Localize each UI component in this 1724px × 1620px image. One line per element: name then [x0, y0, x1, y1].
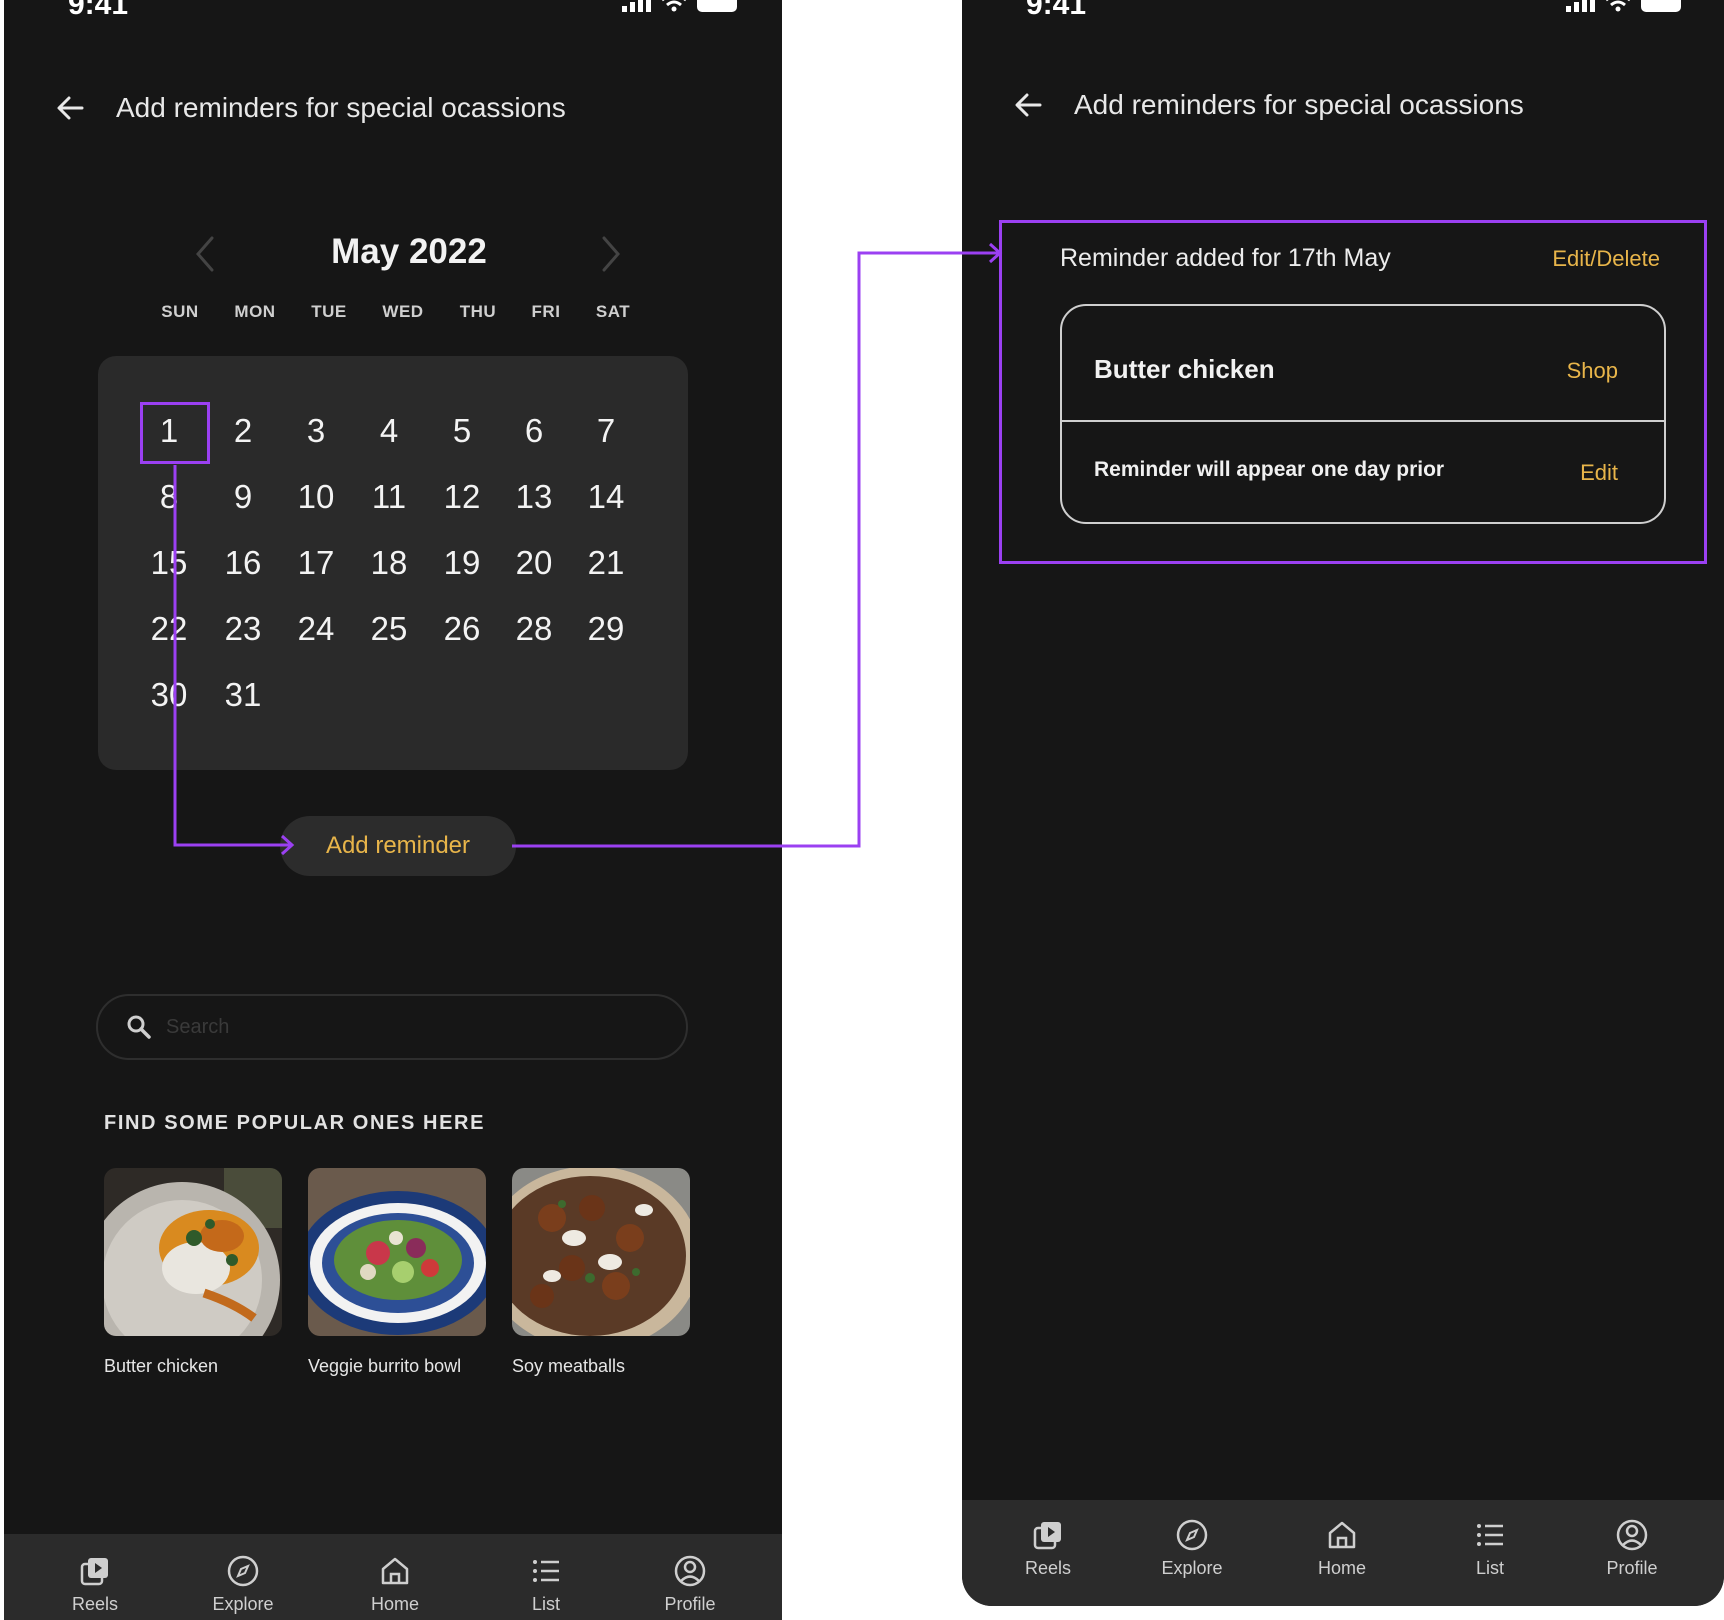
connector-day-to-button [173, 465, 290, 847]
flow-connectors [173, 242, 1003, 856]
connector-button-to-reminder [512, 251, 998, 848]
